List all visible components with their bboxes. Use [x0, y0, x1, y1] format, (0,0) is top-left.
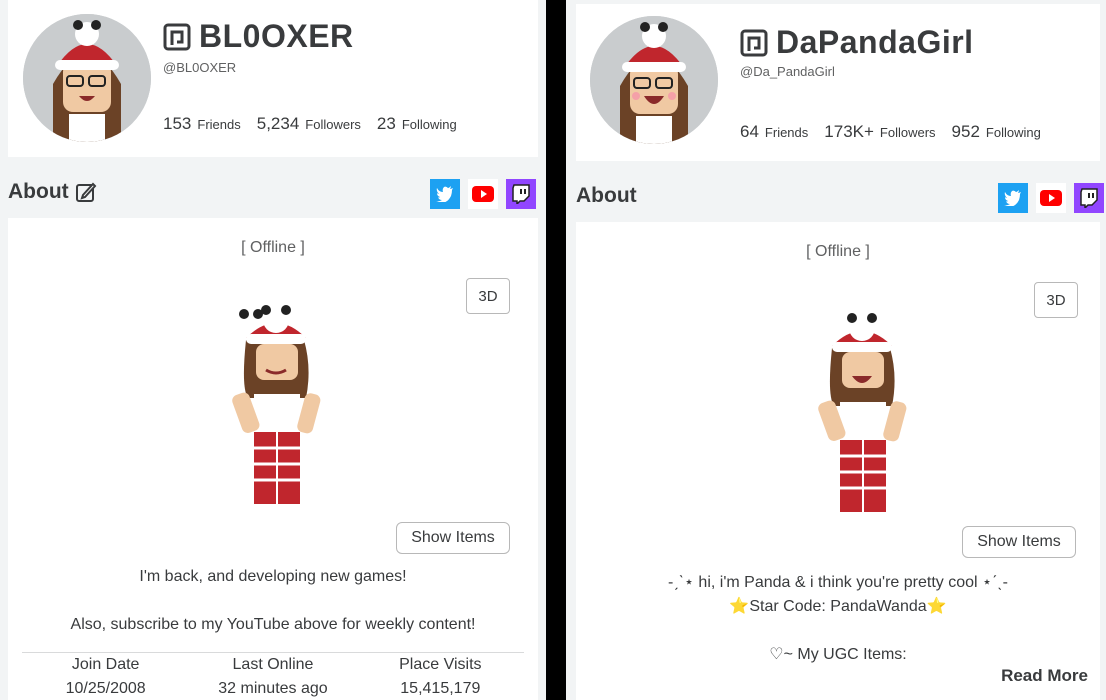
followers-count: 5,234 — [256, 114, 300, 133]
twitch-link[interactable] — [1074, 183, 1104, 213]
youtube-link[interactable] — [1036, 183, 1066, 213]
friends-label: Friends — [764, 125, 809, 140]
following-count: 952 — [951, 122, 980, 141]
description-line: -ˏˋ⋆ hi, i'm Panda & i think you're pret… — [667, 574, 1009, 591]
following-label: Following — [401, 117, 457, 132]
presence-status: [ Offline ] — [806, 243, 870, 260]
profile-header: DaPandaGirl @Da_PandaGirl 64 Friends 173K… — [576, 4, 1100, 161]
about-heading: About — [576, 184, 637, 208]
friends-count: 153 — [163, 114, 192, 133]
followers-label: Followers — [305, 117, 361, 132]
username-handle: @BL0OXER — [163, 60, 237, 75]
about-card: [ Offline ] 3D Show Items I'm back, and … — [8, 218, 538, 700]
username-handle: @Da_PandaGirl — [740, 64, 835, 79]
join-date-value: 10/25/2008 — [65, 680, 146, 697]
friends-link[interactable]: 153 Friends — [163, 114, 241, 134]
following-link[interactable]: 23 Following — [377, 114, 457, 134]
description-line: ♡~ My UGC Items: — [769, 646, 907, 663]
show-items-button[interactable]: Show Items — [962, 526, 1076, 558]
display-name: DaPandaGirl — [776, 24, 974, 60]
divider — [22, 652, 524, 653]
followers-count: 173K+ — [824, 122, 874, 141]
followers-link[interactable]: 173K+ Followers — [824, 122, 935, 142]
presence-status: [ Offline ] — [241, 239, 305, 256]
friends-link[interactable]: 64 Friends — [740, 122, 808, 142]
avatar[interactable] — [23, 14, 151, 142]
description-line: I'm back, and developing new games! — [139, 568, 407, 585]
following-count: 23 — [376, 114, 396, 133]
toggle-3d-button[interactable]: 3D — [1034, 282, 1078, 318]
twitter-icon — [1004, 190, 1021, 206]
twitter-link[interactable] — [430, 179, 460, 209]
place-visits-label: Place Visits — [399, 656, 482, 673]
join-date-stat: Join Date 10/25/2008 — [22, 656, 189, 698]
friends-label: Friends — [197, 117, 241, 132]
youtube-link[interactable] — [468, 179, 498, 209]
profile-header: BL0OXER @BL0OXER 153 Friends 5,234 Followe… — [8, 0, 538, 157]
display-name: BL0OXER — [199, 18, 354, 54]
social-links — [430, 179, 536, 209]
premium-icon — [163, 23, 191, 50]
profile-stats: Join Date 10/25/2008 Last Online 32 minu… — [22, 656, 524, 698]
premium-icon — [740, 29, 768, 56]
twitter-icon — [436, 186, 453, 202]
following-label: Following — [985, 125, 1041, 140]
edit-icon[interactable] — [75, 181, 97, 203]
last-online-label: Last Online — [232, 656, 314, 673]
twitter-link[interactable] — [998, 183, 1028, 213]
followers-link[interactable]: 5,234 Followers — [257, 114, 361, 134]
avatar-figure — [792, 306, 922, 526]
last-online-value: 32 minutes ago — [218, 680, 328, 697]
description-line: ⭐Star Code: PandaWanda⭐ — [729, 598, 947, 615]
description-line: Also, subscribe to my YouTube above for … — [70, 616, 476, 633]
join-date-label: Join Date — [71, 656, 140, 673]
about-heading: About — [8, 180, 97, 204]
friends-count: 64 — [740, 122, 759, 141]
about-title: About — [8, 180, 69, 203]
followers-label: Followers — [879, 125, 936, 140]
about-title: About — [576, 184, 637, 207]
twitch-icon — [1080, 188, 1098, 208]
read-more-link[interactable]: Read More — [1001, 666, 1088, 686]
social-links — [998, 183, 1104, 213]
about-card: [ Offline ] 3D Show Items -ˏˋ⋆ hi, i'm P… — [576, 222, 1100, 700]
profile-panel-left: BL0OXER @BL0OXER 153 Friends 5,234 Followe… — [0, 0, 546, 700]
show-items-button[interactable]: Show Items — [396, 522, 510, 554]
place-visits-stat: Place Visits 15,415,179 — [357, 656, 524, 698]
place-visits-value: 15,415,179 — [400, 680, 481, 697]
following-link[interactable]: 952 Following — [952, 122, 1041, 142]
avatar[interactable] — [590, 16, 718, 144]
social-stats: 64 Friends 173K+ Followers 952 Following — [740, 122, 1041, 142]
last-online-stat: Last Online 32 minutes ago — [189, 656, 356, 698]
avatar-figure — [206, 298, 336, 518]
youtube-icon — [472, 186, 494, 202]
youtube-icon — [1040, 190, 1062, 206]
profile-panel-right: DaPandaGirl @Da_PandaGirl 64 Friends 173K… — [566, 0, 1106, 700]
twitch-icon — [512, 184, 530, 204]
twitch-link[interactable] — [506, 179, 536, 209]
toggle-3d-button[interactable]: 3D — [466, 278, 510, 314]
social-stats: 153 Friends 5,234 Followers 23 Following — [163, 114, 457, 134]
